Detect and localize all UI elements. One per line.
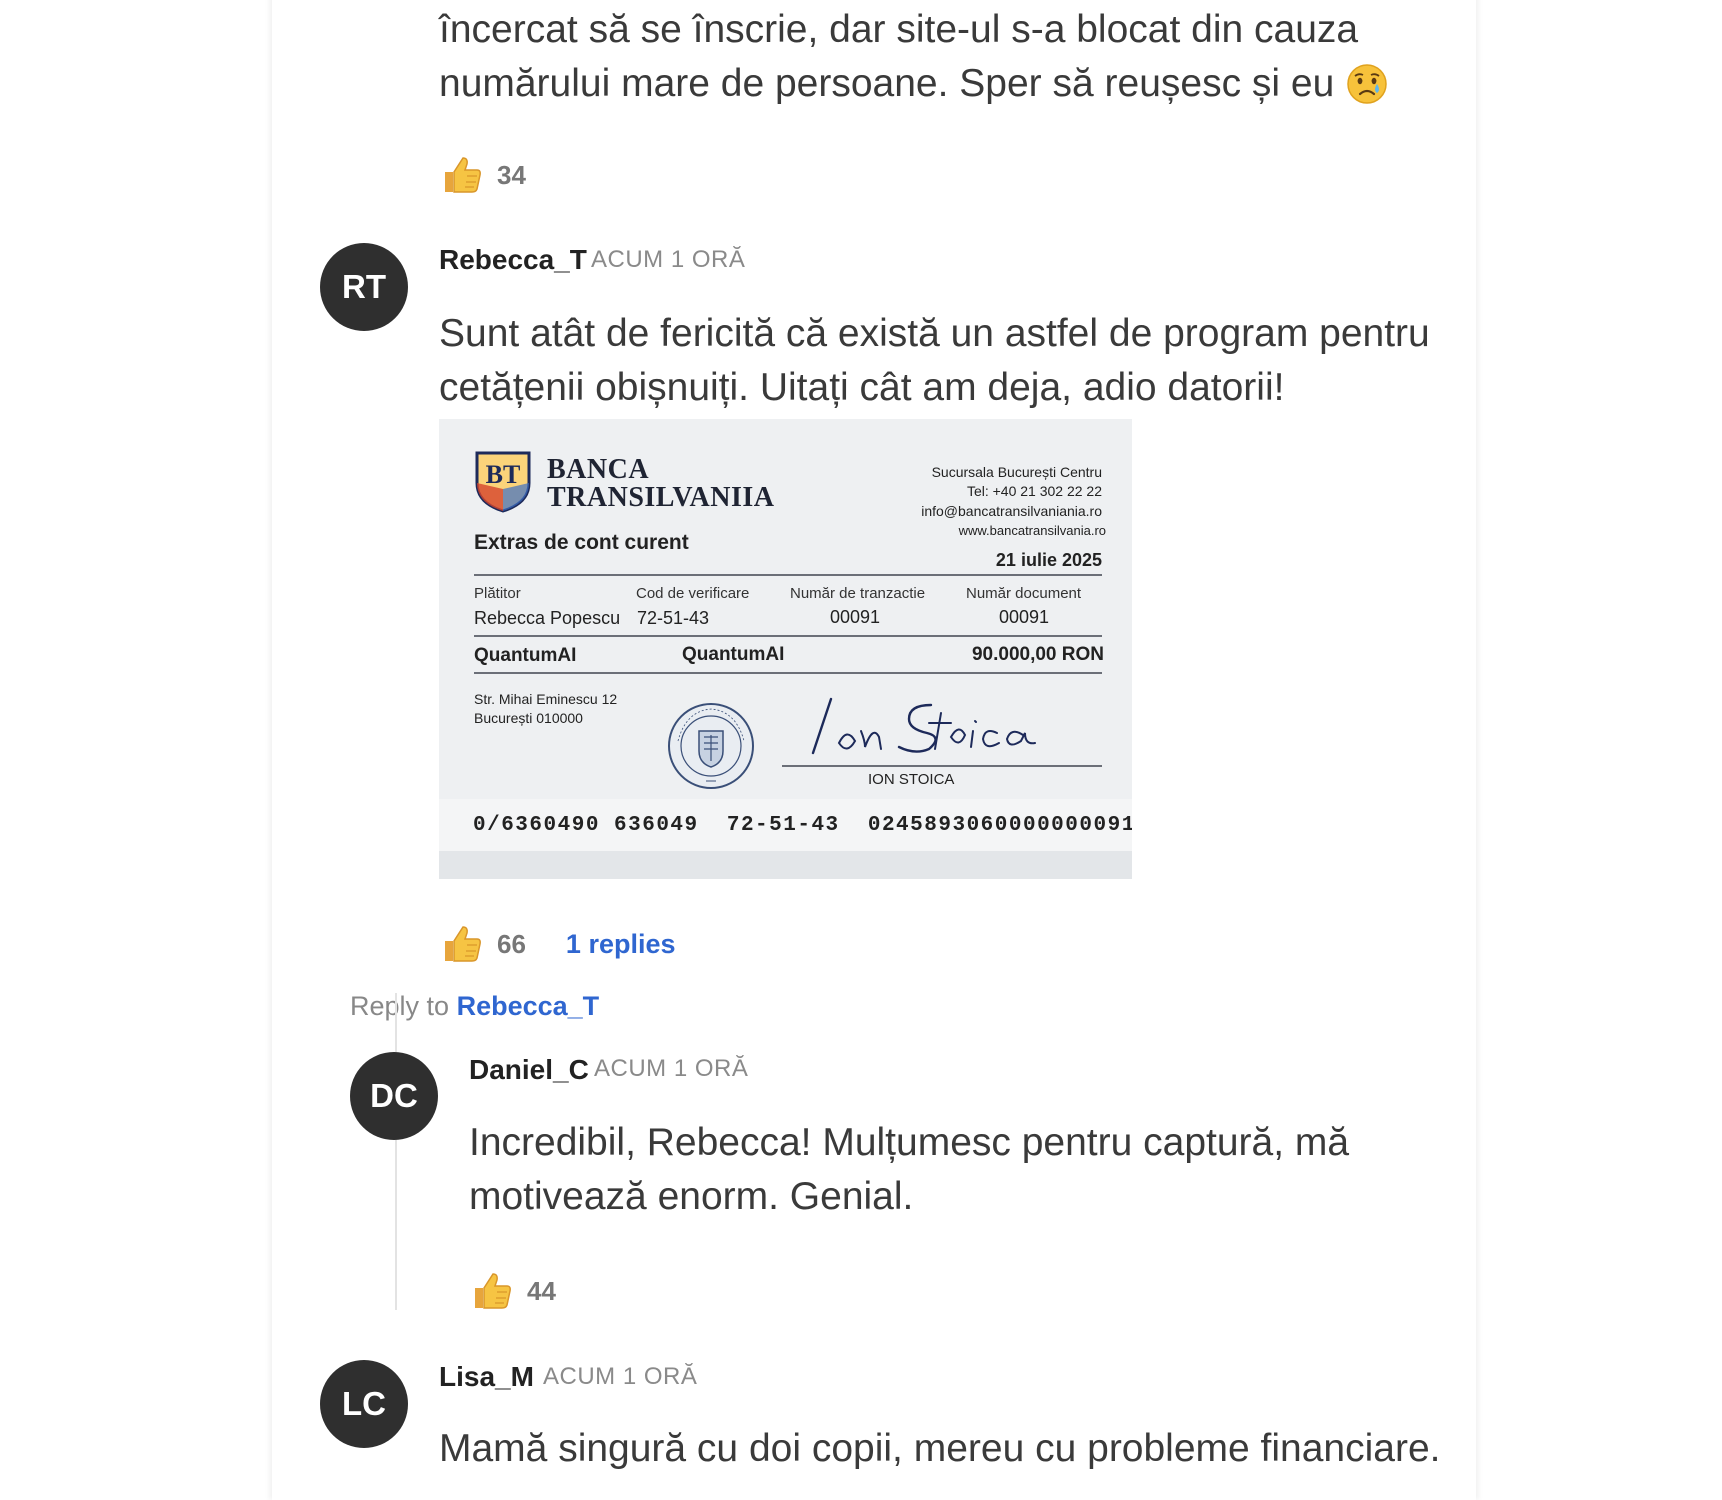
verification-code: 72-51-43: [637, 608, 710, 628]
payer-name: Rebecca Popescu: [474, 608, 621, 628]
avatar[interactable]: DC: [350, 1052, 438, 1140]
signature: [801, 691, 1051, 761]
comment-author[interactable]: Lisa_M: [439, 1361, 534, 1393]
svg-text:BT: BT: [486, 460, 521, 489]
branch-website: www.bancatransilvania.ro: [958, 523, 1106, 538]
field-label: Plătitor: [474, 585, 521, 602]
avatar[interactable]: LC: [320, 1360, 408, 1448]
comment-timestamp: ACUM 1 ORĂ: [594, 1055, 749, 1082]
field-label: Număr document: [966, 585, 1082, 602]
divider: [474, 574, 1102, 576]
beneficiary: QuantumAI: [682, 644, 785, 665]
divider: [474, 672, 1102, 674]
document-title: Extras de cont curent: [474, 531, 689, 554]
address-line: București 010000: [474, 710, 583, 726]
thread-line: [395, 993, 397, 1310]
divider: [474, 635, 1102, 637]
branch-phone: Tel: +40 21 302 22 22: [966, 483, 1102, 499]
statement-date: 21 iulie 2025: [995, 550, 1102, 570]
comment-author[interactable]: Rebecca_T: [439, 244, 587, 276]
like-count: 34: [497, 159, 526, 190]
comment-text: Sunt atât de fericită că există un astfe…: [439, 312, 1430, 355]
field-label: Număr de tranzactie: [790, 585, 926, 602]
comment-text: cetățenii obișnuiți. Uitați cât am deja,…: [439, 366, 1285, 409]
comment-timestamp: ACUM 1 ORĂ: [543, 1363, 698, 1390]
signature-line: [782, 765, 1102, 767]
bank-statement-image[interactable]: BT BANCA TRANSILVANIIA Sucursala Bucureș…: [439, 419, 1132, 879]
address-line: Str. Mihai Eminescu 12: [474, 691, 618, 707]
thumbs-up-icon[interactable]: [441, 923, 483, 965]
branch-email: info@bancatransilvaniania.ro: [921, 503, 1102, 519]
transaction-number: 00091: [830, 607, 881, 627]
branch-info: Sucursala București Centru: [931, 464, 1102, 480]
comment-actions: 66 1 replies: [441, 923, 676, 965]
comment-text: încercat să se înscrie, dar site-ul s-a …: [439, 8, 1359, 51]
image-bottom-band: [439, 851, 1132, 879]
field-label: Cod de verificare: [636, 585, 750, 602]
thumbs-up-icon[interactable]: [441, 154, 483, 196]
micr-line: 0/6360490 636049 72-51-43 02458930600000…: [473, 814, 1132, 837]
like-count: 66: [497, 928, 526, 959]
bank-name: TRANSILVANIIA: [547, 482, 775, 513]
thumbs-up-icon[interactable]: [471, 1270, 513, 1312]
comment-author[interactable]: Daniel_C: [469, 1054, 589, 1086]
reply-to-name[interactable]: Rebecca_T: [457, 991, 600, 1021]
comment-actions: 34: [441, 154, 526, 196]
comment-text: motivează enorm. Genial.: [469, 1175, 914, 1218]
bank-seal-icon: [666, 701, 756, 791]
sad-tear-face-emoji-icon: [1346, 63, 1388, 105]
comment-text: numărului mare de persoane. Sper să reuș…: [439, 57, 1388, 111]
comment-actions: 44: [471, 1270, 556, 1312]
avatar[interactable]: RT: [320, 243, 408, 331]
like-count: 44: [527, 1275, 556, 1306]
signer-name: ION STOICA: [868, 771, 955, 788]
reply-to-label: Reply to Rebecca_T: [350, 991, 599, 1022]
beneficiary: QuantumAI: [474, 645, 577, 666]
bank-name: BANCA: [547, 454, 650, 485]
replies-link[interactable]: 1 replies: [566, 929, 676, 960]
comment-text: Incredibil, Rebecca! Mulțumesc pentru ca…: [469, 1121, 1350, 1164]
document-number: 00091: [999, 607, 1050, 627]
amount: 90.000,00 RON: [971, 644, 1104, 665]
comment-timestamp: ACUM 1 ORĂ: [591, 246, 746, 273]
bank-logo: BT: [473, 449, 533, 513]
comment-text: Mamă singură cu doi copii, mereu cu prob…: [439, 1427, 1441, 1470]
reply-to-prefix: Reply to: [350, 991, 450, 1021]
comment-text-line: numărului mare de persoane. Sper să reuș…: [439, 62, 1335, 105]
